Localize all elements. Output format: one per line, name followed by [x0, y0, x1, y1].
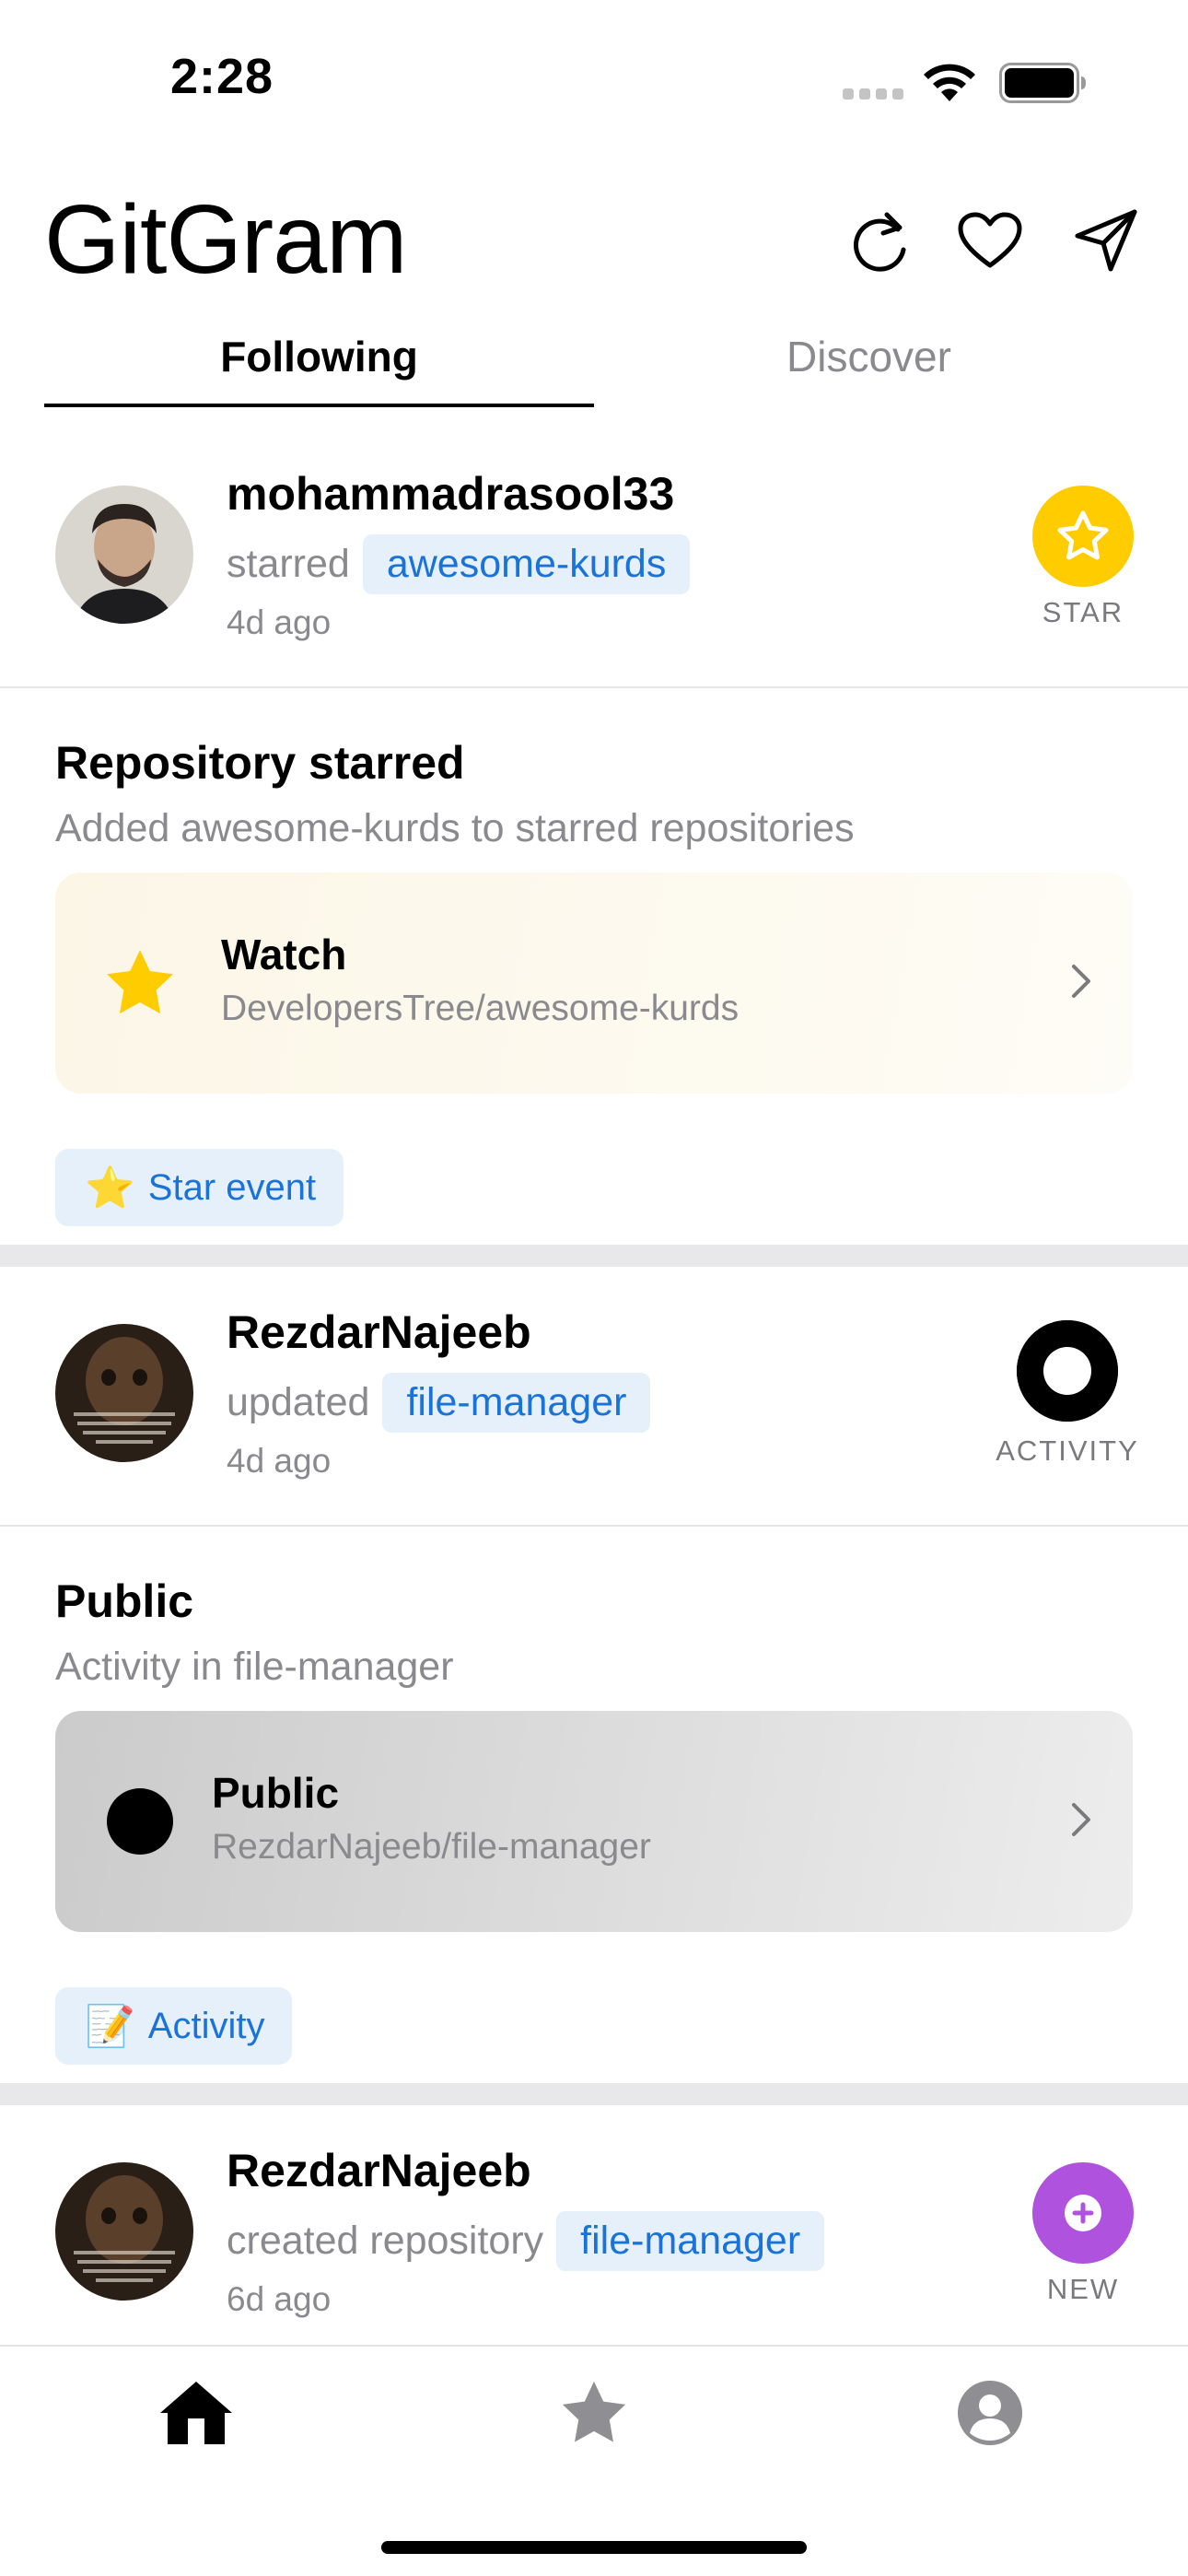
feed-tabs: Following Discover	[44, 322, 1144, 410]
timestamp: 4d ago	[227, 603, 332, 641]
panel-title: Watch	[221, 931, 347, 978]
feed-card-header[interactable]: mohammadrasool33 starred awesome-kurds 4…	[0, 428, 1188, 688]
activity-feed[interactable]: mohammadrasool33 starred awesome-kurds 4…	[0, 428, 1188, 2345]
tab-starred[interactable]	[548, 2367, 640, 2459]
status-time: 2:28	[170, 49, 274, 104]
event-title: Repository starred	[55, 737, 465, 789]
badge-label: NEW	[1046, 2273, 1120, 2305]
heart-icon[interactable]	[954, 205, 1026, 276]
feed-card: mohammadrasool33 starred awesome-kurds 4…	[0, 428, 1188, 1267]
feed-card: RezdarNajeeb created repository file-man…	[0, 2105, 1188, 2345]
repo-link[interactable]: awesome-kurds	[362, 534, 691, 594]
event-title: Public	[55, 1575, 194, 1627]
action-verb: starred	[227, 542, 350, 586]
avatar[interactable]	[55, 486, 193, 624]
username[interactable]: RezdarNajeeb	[227, 2144, 531, 2197]
action-line: updated file-manager	[227, 1373, 651, 1433]
tab-profile[interactable]	[944, 2367, 1036, 2459]
star-icon	[562, 2381, 626, 2442]
wifi-icon	[924, 64, 975, 101]
feed-card-header[interactable]: RezdarNajeeb created repository file-man…	[0, 2105, 1188, 2345]
star-emoji-icon: ⭐	[85, 1165, 135, 1211]
event-subtitle: Added awesome-kurds to starred repositor…	[55, 806, 855, 850]
repo-link[interactable]: file-manager	[556, 2211, 825, 2271]
profile-icon	[958, 2381, 1022, 2445]
badge-label: STAR	[1042, 596, 1124, 628]
repo-link[interactable]: file-manager	[382, 1373, 651, 1433]
feed-card-body: Repository starred Added awesome-kurds t…	[0, 688, 1188, 1245]
tab-active-indicator	[44, 404, 594, 407]
home-indicator	[381, 2541, 807, 2554]
app-title: GitGram	[44, 185, 407, 294]
dot-icon	[101, 1783, 179, 1860]
username[interactable]: mohammadrasool33	[227, 467, 674, 521]
home-icon	[160, 2382, 232, 2444]
feed-card: RezdarNajeeb updated file-manager 4d ago…	[0, 1267, 1188, 2105]
avatar[interactable]	[55, 2162, 193, 2301]
feed-card-body: Public Activity in file-manager Public R…	[0, 1527, 1188, 2083]
star-badge	[1032, 486, 1134, 587]
new-badge	[1032, 2162, 1134, 2264]
activity-badge	[1017, 1320, 1118, 1422]
event-subtitle: Activity in file-manager	[55, 1645, 454, 1689]
chevron-right-icon	[1072, 965, 1090, 998]
panel-path: RezdarNajeeb/file-manager	[212, 1827, 651, 1867]
panel-path: DevelopersTree/awesome-kurds	[221, 989, 740, 1028]
action-verb: created repository	[227, 2219, 544, 2263]
tab-discover[interactable]: Discover	[594, 322, 1144, 410]
action-line: created repository file-manager	[227, 2211, 825, 2271]
timestamp: 4d ago	[227, 1442, 332, 1480]
event-tag[interactable]: 📝 Activity	[55, 1987, 293, 2065]
memo-emoji-icon: 📝	[85, 2004, 135, 2049]
repo-panel[interactable]: Public RezdarNajeeb/file-manager	[55, 1711, 1133, 1932]
star-icon	[101, 944, 179, 1022]
card-separator	[0, 2083, 1188, 2105]
panel-title: Public	[212, 1769, 340, 1817]
event-tag[interactable]: ⭐ Star event	[55, 1149, 344, 1226]
username[interactable]: RezdarNajeeb	[227, 1306, 531, 1359]
chevron-right-icon	[1072, 1803, 1090, 1836]
ring-icon	[1017, 1320, 1118, 1422]
refresh-icon[interactable]	[844, 205, 916, 276]
event-tag-label: Star event	[147, 1166, 317, 1208]
send-icon[interactable]	[1070, 205, 1142, 276]
avatar[interactable]	[55, 1324, 193, 1462]
plus-circle-icon	[1065, 2195, 1101, 2231]
action-verb: updated	[227, 1380, 370, 1424]
timestamp: 6d ago	[227, 2280, 332, 2318]
battery-icon	[999, 63, 1086, 103]
tab-home[interactable]	[150, 2367, 242, 2459]
action-line: starred awesome-kurds	[227, 534, 691, 594]
feed-card-header[interactable]: RezdarNajeeb updated file-manager 4d ago…	[0, 1267, 1188, 1527]
star-icon	[1057, 510, 1109, 560]
event-tag-label: Activity	[147, 2005, 265, 2046]
repo-panel[interactable]: Watch DevelopersTree/awesome-kurds	[55, 872, 1133, 1094]
badge-label: ACTIVITY	[996, 1434, 1139, 1467]
card-separator	[0, 1245, 1188, 1267]
status-bar: 2:28	[0, 0, 1188, 157]
cellular-signal-icon	[843, 88, 903, 100]
tab-following[interactable]: Following	[44, 322, 594, 410]
